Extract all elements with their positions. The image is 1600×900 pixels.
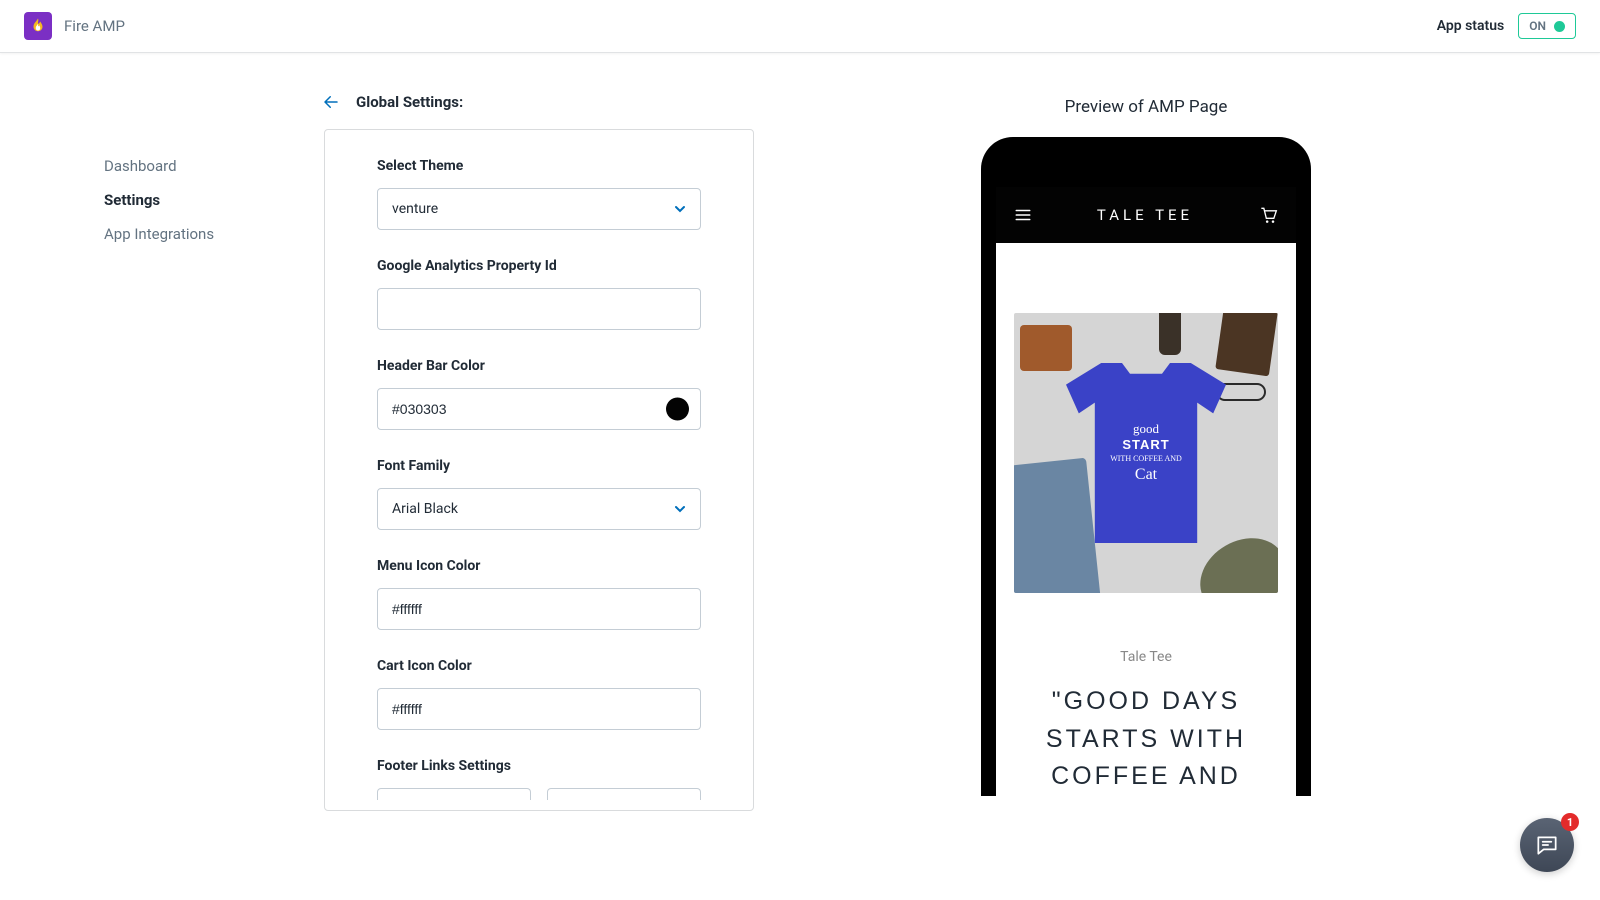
hamburger-icon[interactable] xyxy=(1014,206,1032,224)
shirt-text: good START WITH COFFEE AND Cat xyxy=(1110,421,1182,486)
content: Global Settings: Select Theme venture Go… xyxy=(324,93,1506,811)
font-select[interactable]: Arial Black xyxy=(377,488,701,530)
deco-wallet xyxy=(1020,325,1072,371)
chevron-down-icon xyxy=(674,503,686,515)
field-ga: Google Analytics Property Id xyxy=(377,258,701,330)
deco-jeans xyxy=(1014,458,1102,593)
back-arrow-icon[interactable] xyxy=(320,93,342,111)
breadcrumb-title: Global Settings: xyxy=(356,93,463,111)
phone-screen: TALE TEE goo xyxy=(996,187,1296,796)
header-color-label: Header Bar Color xyxy=(377,358,701,374)
main-area: Dashboard Settings App Integrations Glob… xyxy=(70,53,1530,811)
font-value: Arial Black xyxy=(392,501,458,517)
footer-input-1[interactable] xyxy=(377,788,531,800)
status-text: ON xyxy=(1529,19,1546,33)
cart-icon-color-label: Cart Icon Color xyxy=(377,658,701,674)
footer-input-2[interactable] xyxy=(547,788,701,800)
app-name: Fire AMP xyxy=(64,17,125,35)
field-cart-icon-color: Cart Icon Color xyxy=(377,658,701,730)
font-label: Font Family xyxy=(377,458,701,474)
deco-notebook xyxy=(1215,313,1278,376)
app-logo xyxy=(24,12,52,40)
status-dot-icon xyxy=(1554,21,1565,32)
theme-select[interactable]: venture xyxy=(377,188,701,230)
chat-bubble[interactable]: 1 xyxy=(1520,818,1574,872)
chevron-down-icon xyxy=(674,203,686,215)
breadcrumb: Global Settings: xyxy=(320,93,754,111)
color-swatch-icon[interactable] xyxy=(666,398,689,421)
product-image: good START WITH COFFEE AND Cat xyxy=(1014,313,1278,593)
sidebar-item-dashboard[interactable]: Dashboard xyxy=(104,149,324,183)
sidebar: Dashboard Settings App Integrations xyxy=(94,93,324,811)
header-left: Fire AMP xyxy=(24,12,125,40)
cart-icon[interactable] xyxy=(1258,205,1278,225)
sidebar-item-integrations[interactable]: App Integrations xyxy=(104,217,324,251)
field-theme: Select Theme venture xyxy=(377,158,701,230)
ga-label: Google Analytics Property Id xyxy=(377,258,701,274)
footer-label: Footer Links Settings xyxy=(377,758,701,774)
top-header: Fire AMP App status ON xyxy=(0,0,1600,53)
chat-icon xyxy=(1534,832,1560,858)
field-header-color: Header Bar Color xyxy=(377,358,701,430)
settings-column: Global Settings: Select Theme venture Go… xyxy=(324,93,754,811)
preview-title: Preview of AMP Page xyxy=(1065,97,1228,117)
flame-icon xyxy=(29,17,47,35)
phone-frame: TALE TEE goo xyxy=(981,137,1311,796)
preview-column: Preview of AMP Page TALE TEE xyxy=(786,93,1506,811)
product-title: "GOOD DAYS STARTS WITH COFFEE AND xyxy=(1014,683,1278,796)
status-toggle[interactable]: ON xyxy=(1518,13,1576,39)
header-right: App status ON xyxy=(1437,13,1576,39)
sidebar-item-settings[interactable]: Settings xyxy=(104,183,324,217)
field-font: Font Family Arial Black xyxy=(377,458,701,530)
phone-body: good START WITH COFFEE AND Cat Tale Tee … xyxy=(996,243,1296,796)
brand-subtitle: Tale Tee xyxy=(1014,649,1278,665)
settings-panel: Select Theme venture Google Analytics Pr… xyxy=(324,129,754,811)
deco-watch xyxy=(1159,313,1181,355)
chat-badge: 1 xyxy=(1561,813,1579,831)
phone-title: TALE TEE xyxy=(1032,206,1258,224)
ga-input[interactable] xyxy=(377,288,701,330)
field-menu-icon-color: Menu Icon Color xyxy=(377,558,701,630)
field-footer: Footer Links Settings xyxy=(377,758,701,800)
theme-value: venture xyxy=(392,201,438,217)
menu-icon-color-input[interactable] xyxy=(377,588,701,630)
phone-header: TALE TEE xyxy=(996,187,1296,243)
theme-label: Select Theme xyxy=(377,158,701,174)
cart-icon-color-input[interactable] xyxy=(377,688,701,730)
deco-shoe xyxy=(1187,523,1278,593)
menu-icon-color-label: Menu Icon Color xyxy=(377,558,701,574)
app-status-label: App status xyxy=(1437,18,1505,34)
header-color-input[interactable] xyxy=(377,388,701,430)
